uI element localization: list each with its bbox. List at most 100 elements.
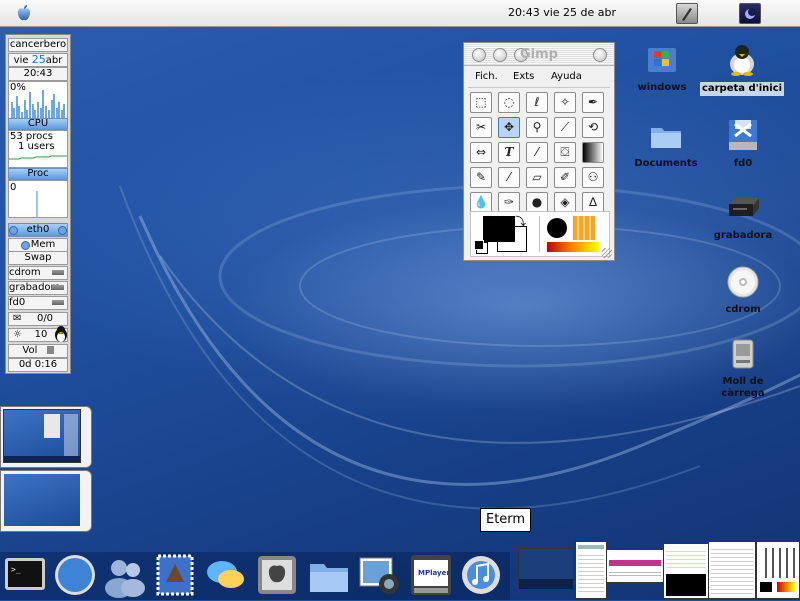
rect-select-icon[interactable]: ⬚ bbox=[470, 92, 492, 113]
folder-icon bbox=[648, 118, 684, 154]
blend-icon[interactable] bbox=[582, 142, 604, 163]
desktop-icon-moll-label: Moll de càrrega bbox=[721, 376, 765, 399]
eth0-bar: eth0 bbox=[8, 223, 68, 237]
dock-tooltip: Eterm bbox=[480, 508, 532, 532]
fuzzy-select-icon[interactable]: ✧ bbox=[554, 92, 576, 113]
ellipse-select-icon[interactable]: ◌ bbox=[498, 92, 520, 113]
desktop-icon-grabadora[interactable]: grabadora bbox=[699, 190, 787, 242]
text-icon[interactable]: T bbox=[498, 142, 520, 163]
gradient-indicator[interactable] bbox=[547, 242, 599, 252]
convolve-icon[interactable]: ◈ bbox=[554, 192, 576, 213]
drive-grabadora[interactable]: grabadora bbox=[8, 281, 68, 295]
itunes-icon[interactable] bbox=[458, 552, 504, 598]
drive-cdrom-label: cdrom bbox=[9, 267, 41, 278]
volume-label: Vol bbox=[22, 345, 38, 356]
drive-fd0-button[interactable] bbox=[52, 300, 64, 305]
bezier-select-icon[interactable]: ✒ bbox=[582, 92, 604, 113]
date-number: 25 bbox=[31, 53, 46, 66]
dodge-burn-icon[interactable]: ● bbox=[526, 192, 548, 213]
proc-label-bar: Proc bbox=[8, 168, 68, 180]
scissors-icon[interactable]: ✂ bbox=[470, 117, 492, 138]
menu-ayuda[interactable]: Ayuda bbox=[551, 71, 582, 82]
minimized-desktop-thumbnail[interactable] bbox=[518, 548, 574, 590]
desktop-icon-windows[interactable]: windows bbox=[618, 42, 706, 94]
default-colors-icon[interactable] bbox=[474, 240, 484, 250]
desktop-icon-fd0[interactable]: fd0 bbox=[699, 118, 787, 170]
resize-grip-icon[interactable] bbox=[602, 248, 612, 258]
mem-led bbox=[21, 241, 30, 250]
brush-indicator[interactable] bbox=[547, 218, 567, 238]
volume-knob[interactable] bbox=[46, 346, 54, 354]
menubar-clock: 20:43 vie 25 de abr bbox=[508, 6, 617, 19]
flip-icon[interactable]: ⇔ bbox=[470, 142, 492, 163]
workspace-thumbnail-2[interactable] bbox=[4, 474, 80, 526]
desktop-icon-moll[interactable]: Moll de càrrega bbox=[699, 336, 787, 400]
minimized-window-1[interactable] bbox=[575, 541, 607, 599]
finder-folder-icon[interactable] bbox=[306, 552, 352, 598]
menu-fich[interactable]: Fich. bbox=[475, 71, 498, 82]
drive-cdrom-button[interactable] bbox=[52, 270, 64, 275]
minimized-gimp-window[interactable] bbox=[756, 541, 800, 599]
transform-icon[interactable]: ⟲ bbox=[582, 117, 604, 138]
drive-fd0[interactable]: fd0 bbox=[8, 296, 68, 310]
measure-icon[interactable]: ∆ bbox=[582, 192, 604, 213]
gimp-color-area: ⤵ bbox=[470, 211, 610, 257]
gimp-titlebar[interactable]: Gimp bbox=[464, 43, 614, 66]
desktop-icon-cdrom[interactable]: cdrom bbox=[699, 264, 787, 316]
magnify-icon[interactable]: ⚲ bbox=[526, 117, 548, 138]
move-icon[interactable]: ✥ bbox=[498, 117, 520, 138]
pen-tablet-icon[interactable] bbox=[676, 3, 698, 24]
eraser-icon[interactable]: ▱ bbox=[526, 167, 548, 188]
mail-row[interactable]: ✉ 0/0 bbox=[8, 312, 68, 326]
mplayer-icon[interactable]: MPlayer bbox=[408, 552, 454, 598]
desktop-icon-documents[interactable]: Documents bbox=[622, 118, 710, 170]
users-icon[interactable] bbox=[102, 552, 148, 598]
clone-icon[interactable]: ⚇ bbox=[582, 167, 604, 188]
drive-cdrom[interactable]: cdrom bbox=[8, 266, 68, 280]
hostname: cancerbero bbox=[8, 38, 68, 52]
safari-compass-icon[interactable] bbox=[52, 552, 98, 598]
cdrom-icon bbox=[725, 264, 761, 300]
ichat-icon[interactable] bbox=[202, 552, 248, 598]
bucket-fill-icon[interactable]: ⛋ bbox=[554, 142, 576, 163]
tux-penguin-icon bbox=[54, 325, 68, 343]
svg-text:>_: >_ bbox=[11, 565, 21, 574]
foreground-color-swatch[interactable] bbox=[483, 216, 515, 242]
volume-row[interactable]: Vol bbox=[8, 344, 68, 358]
ink-icon[interactable]: ✑ bbox=[498, 192, 520, 213]
swap-colors-icon[interactable]: ⤵ bbox=[515, 213, 526, 229]
mem-row: Mem bbox=[8, 238, 68, 252]
system-monitor-panel: cancerbero vie 25abr 20:43 0% CPU 53 pro… bbox=[5, 34, 71, 374]
color-picker-icon[interactable]: ⁄ bbox=[526, 142, 548, 163]
smudge-icon[interactable]: 💧 bbox=[470, 192, 492, 213]
date-display: vie 25abr bbox=[8, 53, 68, 67]
month-label: abr bbox=[45, 55, 63, 66]
desktop-icon-grabadora-label: grabadora bbox=[713, 230, 773, 241]
apple-menu-icon[interactable] bbox=[14, 3, 34, 23]
desktop-icon-home[interactable]: carpeta d'inici bbox=[698, 42, 786, 96]
pattern-indicator[interactable] bbox=[573, 216, 595, 240]
minimized-window-4[interactable] bbox=[708, 541, 756, 599]
workspace-thumbnail-1[interactable] bbox=[3, 409, 81, 463]
moon-display-icon[interactable] bbox=[739, 3, 761, 24]
mail-stamp-icon[interactable] bbox=[152, 552, 198, 598]
iphoto-icon[interactable] bbox=[356, 552, 402, 598]
crop-icon[interactable]: ⟋ bbox=[554, 117, 576, 138]
eth-rx-led bbox=[9, 226, 18, 235]
workspace-pager-1[interactable] bbox=[0, 406, 92, 468]
day-label: vie bbox=[13, 55, 29, 66]
free-select-icon[interactable]: ℓ bbox=[526, 92, 548, 113]
minimized-window-3[interactable] bbox=[663, 543, 709, 599]
workspace-pager-2[interactable] bbox=[0, 470, 92, 532]
cpu-graph: 0% bbox=[8, 81, 68, 119]
paintbrush-icon[interactable]: ⁄ bbox=[498, 167, 520, 188]
drive-grabadora-button[interactable] bbox=[52, 285, 64, 290]
minimized-window-2[interactable] bbox=[606, 549, 664, 583]
pencil-icon[interactable]: ✎ bbox=[470, 167, 492, 188]
menu-exts[interactable]: Exts bbox=[513, 71, 534, 82]
terminal-app-icon[interactable]: >_ bbox=[2, 552, 48, 598]
airbrush-icon[interactable]: ✐ bbox=[554, 167, 576, 188]
desktop-icon-cdrom-label: cdrom bbox=[725, 304, 761, 315]
procs-graph: 53 procs 1 users bbox=[8, 130, 68, 168]
preferences-icon[interactable] bbox=[254, 552, 300, 598]
